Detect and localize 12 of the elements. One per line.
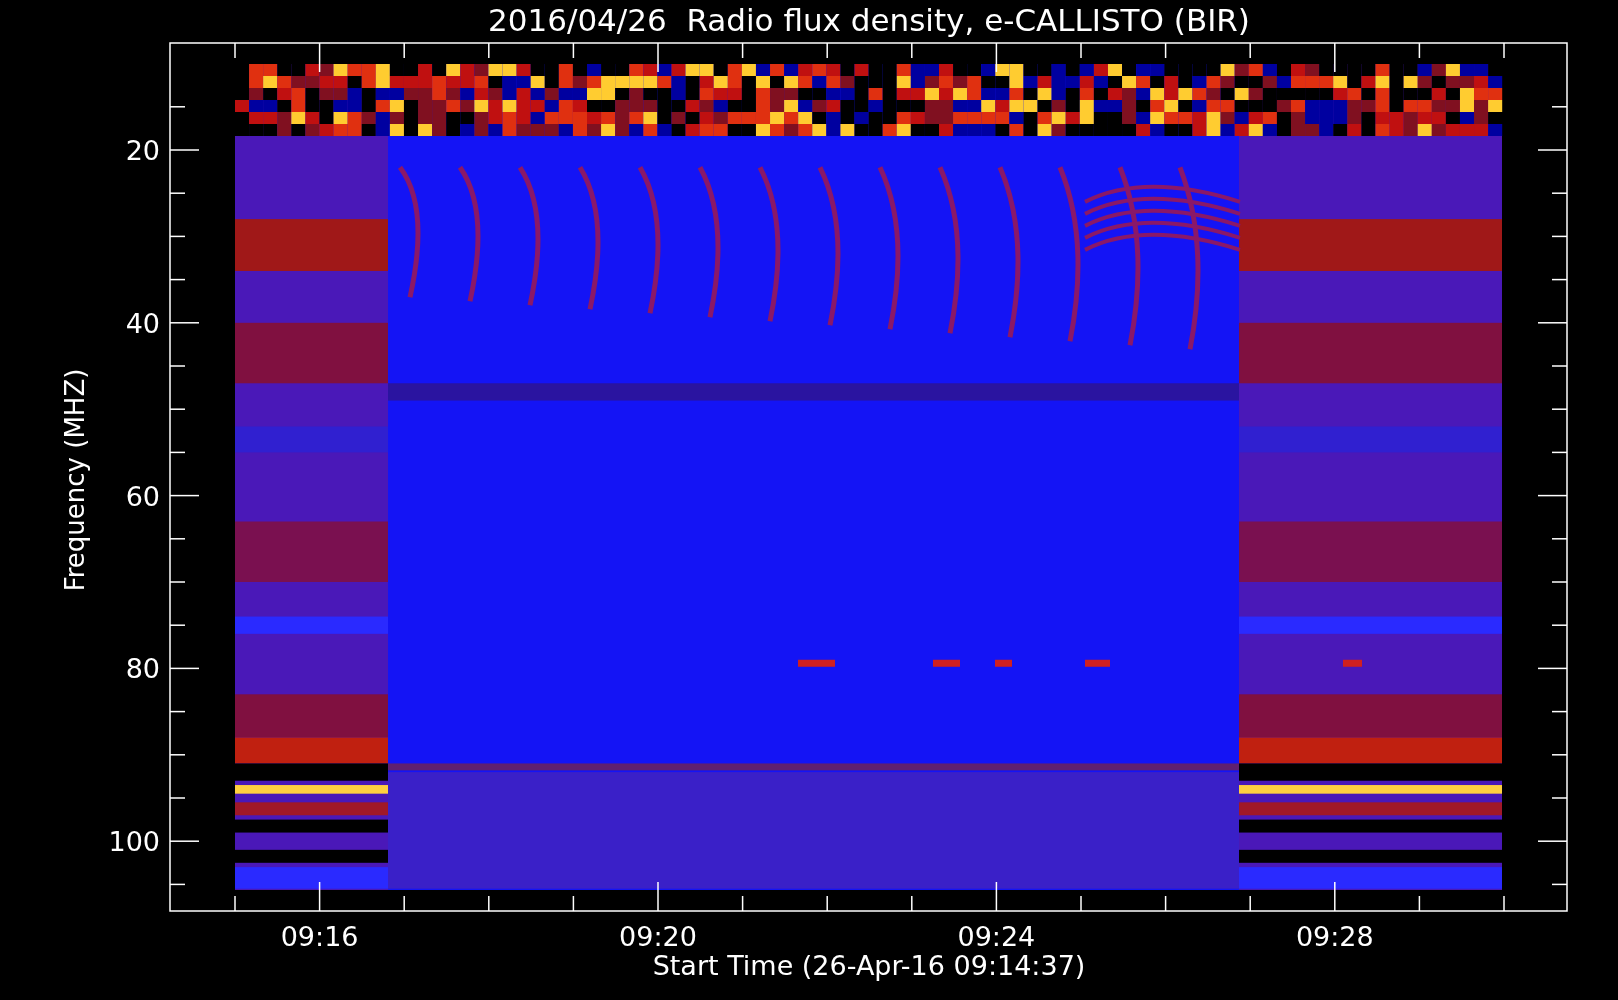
x-tick-label: 09:28: [1295, 921, 1374, 952]
y-tick-label: 20: [125, 135, 160, 166]
y-tick-label: 100: [108, 826, 160, 858]
x-tick-label: 09:20: [619, 921, 697, 952]
x-tick-label: 09:16: [280, 921, 359, 952]
x-tick-label: 09:24: [957, 921, 1036, 952]
chart-title: 2016/04/26 Radio flux density, e-CALLISTO (BIR): [488, 2, 1250, 38]
y-tick-label: 80: [125, 653, 160, 685]
y-tick-label: 40: [125, 307, 160, 339]
x-axis-label: Start Time (26-Apr-16 09:14:37): [652, 950, 1086, 981]
y-tick-label: 60: [125, 480, 160, 512]
y-axis-label: Frequency (MHZ): [60, 368, 90, 592]
